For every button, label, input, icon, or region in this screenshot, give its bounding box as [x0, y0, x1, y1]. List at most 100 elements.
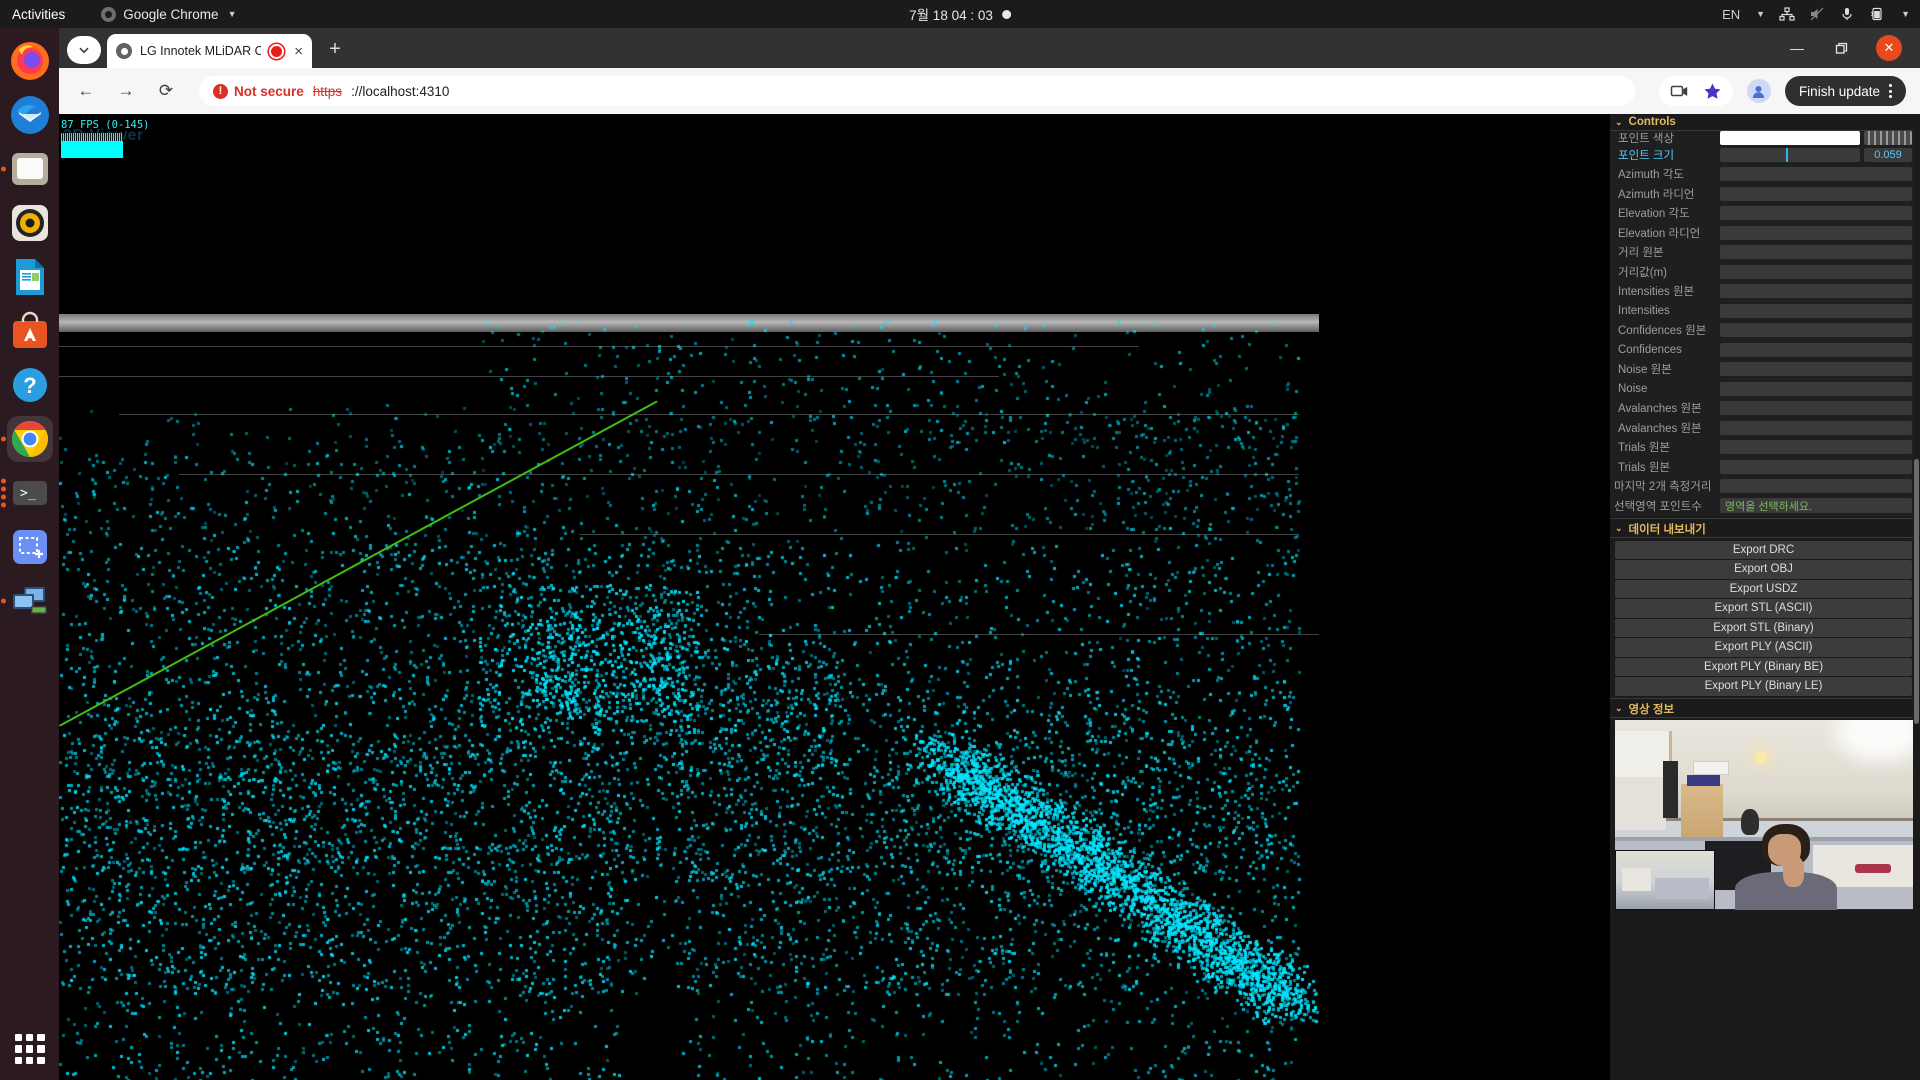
- active-app-menu[interactable]: Google Chrome ▼: [101, 6, 237, 22]
- activities-button[interactable]: Activities: [12, 7, 65, 22]
- control-field[interactable]: [1720, 206, 1912, 221]
- panel-scrollbar[interactable]: [1913, 114, 1920, 1080]
- controls-rows: 포인트 색상 포인트 크기 0.059 Azimuth 각도 Azimuth 라…: [1610, 131, 1920, 516]
- control-label: Elevation 각도: [1618, 208, 1690, 221]
- lidar-viewport[interactable]: 3D Viewer 87 FPS (0-145) ⌄ Controls 포인트 …: [59, 114, 1920, 1080]
- slider-handle[interactable]: [1785, 147, 1788, 162]
- point-color-swatch[interactable]: [1720, 131, 1860, 145]
- control-field[interactable]: [1720, 381, 1912, 396]
- control-field[interactable]: [1720, 479, 1912, 494]
- control-row-avalanches-raw-2[interactable]: Avalanches 원본: [1610, 418, 1920, 438]
- screen-cast-icon[interactable]: [1670, 82, 1689, 101]
- clock-button[interactable]: 7월 18 04 : 03: [909, 4, 1011, 24]
- dock-item-google-chrome[interactable]: [0, 416, 53, 462]
- export-stl-ascii-button[interactable]: Export STL (ASCII): [1615, 599, 1912, 618]
- video-header-label: 영상 정보: [1628, 703, 1675, 716]
- show-applications-button[interactable]: [14, 1034, 45, 1064]
- keyboard-layout-label[interactable]: EN: [1722, 7, 1740, 22]
- export-section-header[interactable]: ⌄ 데이터 내보내기: [1610, 520, 1920, 538]
- control-row-point-color[interactable]: 포인트 색상: [1610, 131, 1920, 145]
- dock-item-terminal[interactable]: >_: [0, 470, 53, 516]
- tab-search-button[interactable]: [67, 36, 101, 64]
- tab-close-button[interactable]: ×: [294, 44, 303, 59]
- control-row-elevation-rad[interactable]: Elevation 라디언: [1610, 223, 1920, 243]
- address-bar[interactable]: ! Not secure https ://localhost:4310: [199, 76, 1635, 106]
- webcam-thumbnail[interactable]: [1615, 849, 1715, 910]
- control-field[interactable]: [1720, 401, 1912, 416]
- control-row-confidences[interactable]: Confidences: [1610, 340, 1920, 360]
- export-ply-binary-be-button[interactable]: Export PLY (Binary BE): [1615, 657, 1912, 676]
- control-label: 선택영역 포인트수: [1614, 500, 1702, 513]
- dock-item-rhythmbox[interactable]: [7, 200, 53, 246]
- export-ply-ascii-button[interactable]: Export PLY (ASCII): [1615, 638, 1912, 657]
- control-field[interactable]: [1720, 323, 1912, 338]
- dock-item-libreoffice-writer[interactable]: [7, 254, 53, 300]
- point-size-value[interactable]: 0.059: [1864, 147, 1912, 162]
- remote-desktop-icon: [12, 587, 47, 614]
- control-field[interactable]: [1720, 284, 1912, 299]
- dock-item-firefox[interactable]: [7, 38, 53, 84]
- control-row-trials-raw-2[interactable]: Trials 원본: [1610, 457, 1920, 477]
- maximize-button[interactable]: [1832, 39, 1850, 57]
- dock-item-screenshot[interactable]: [7, 524, 53, 570]
- forward-button[interactable]: →: [113, 78, 139, 104]
- control-field[interactable]: [1720, 459, 1912, 474]
- dock-item-help[interactable]: ?: [7, 362, 53, 408]
- control-row-point-size[interactable]: 포인트 크기 0.059: [1610, 145, 1920, 165]
- new-tab-button[interactable]: +: [320, 34, 350, 64]
- control-field[interactable]: [1720, 167, 1912, 182]
- control-row-last-two-distances[interactable]: 마지막 2개 측정거리: [1610, 477, 1920, 497]
- control-row-noise[interactable]: Noise: [1610, 379, 1920, 399]
- finish-update-button[interactable]: Finish update: [1784, 76, 1906, 106]
- export-stl-binary-button[interactable]: Export STL (Binary): [1615, 618, 1912, 637]
- control-field[interactable]: [1720, 303, 1912, 318]
- system-tray[interactable]: EN ▼ ▼: [1722, 6, 1910, 22]
- control-field[interactable]: [1720, 362, 1912, 377]
- profile-avatar[interactable]: [1746, 79, 1771, 103]
- control-field[interactable]: [1720, 225, 1912, 240]
- control-field[interactable]: [1720, 186, 1912, 201]
- export-ply-binary-le-button[interactable]: Export PLY (Binary LE): [1615, 677, 1912, 696]
- reload-button[interactable]: ⟳: [153, 78, 179, 104]
- point-size-slider[interactable]: [1720, 147, 1860, 162]
- control-field[interactable]: [1720, 264, 1912, 279]
- control-row-intensities[interactable]: Intensities: [1610, 301, 1920, 321]
- control-row-azimuth-deg[interactable]: Azimuth 각도: [1610, 165, 1920, 185]
- control-row-selected-point-count[interactable]: 선택영역 포인트수 영역을 선택하세요.: [1610, 496, 1920, 516]
- export-obj-button[interactable]: Export OBJ: [1615, 560, 1912, 579]
- control-field[interactable]: [1720, 342, 1912, 357]
- dock-item-thunderbird[interactable]: [7, 92, 53, 138]
- battery-charging-icon: [1871, 7, 1882, 21]
- control-row-noise-raw[interactable]: Noise 원본: [1610, 360, 1920, 380]
- chrome-icon: [11, 421, 48, 457]
- control-row-azimuth-rad[interactable]: Azimuth 라디언: [1610, 184, 1920, 204]
- control-field[interactable]: 영역을 선택하세요.: [1720, 498, 1912, 514]
- control-row-elevation-deg[interactable]: Elevation 각도: [1610, 204, 1920, 224]
- export-usdz-button[interactable]: Export USDZ: [1615, 579, 1912, 598]
- video-section-header[interactable]: ⌄ 영상 정보: [1610, 700, 1920, 718]
- dock-item-files[interactable]: [0, 146, 53, 192]
- control-field[interactable]: [1720, 440, 1912, 455]
- control-row-avalanches-raw-1[interactable]: Avalanches 원본: [1610, 399, 1920, 419]
- export-drc-button[interactable]: Export DRC: [1615, 540, 1912, 559]
- back-button[interactable]: ←: [73, 78, 99, 104]
- kebab-menu-icon[interactable]: [1889, 84, 1892, 98]
- security-indicator[interactable]: ! Not secure: [213, 83, 304, 99]
- color-preset-strip[interactable]: [1864, 131, 1912, 145]
- scrollbar-thumb[interactable]: [1914, 459, 1919, 724]
- control-row-trials-raw-1[interactable]: Trials 원본: [1610, 438, 1920, 458]
- control-row-distance-raw[interactable]: 거리 원본: [1610, 243, 1920, 263]
- control-field[interactable]: [1720, 420, 1912, 435]
- control-row-confidences-raw[interactable]: Confidences 원본: [1610, 321, 1920, 341]
- window-controls: — ✕: [1788, 28, 1920, 68]
- bookmark-star-icon[interactable]: [1703, 82, 1722, 101]
- controls-section-header[interactable]: ⌄ Controls: [1610, 114, 1920, 131]
- browser-tab[interactable]: LG Innotek MLiDAR O ×: [107, 34, 312, 68]
- close-button[interactable]: ✕: [1876, 35, 1902, 61]
- dock-item-ubuntu-software[interactable]: [7, 308, 53, 354]
- minimize-button[interactable]: —: [1788, 39, 1806, 57]
- control-row-distance-m[interactable]: 거리값(m): [1610, 262, 1920, 282]
- control-row-intensities-raw[interactable]: Intensities 원본: [1610, 282, 1920, 302]
- dock-item-remote-desktop[interactable]: [0, 578, 53, 624]
- control-field[interactable]: [1720, 245, 1912, 260]
